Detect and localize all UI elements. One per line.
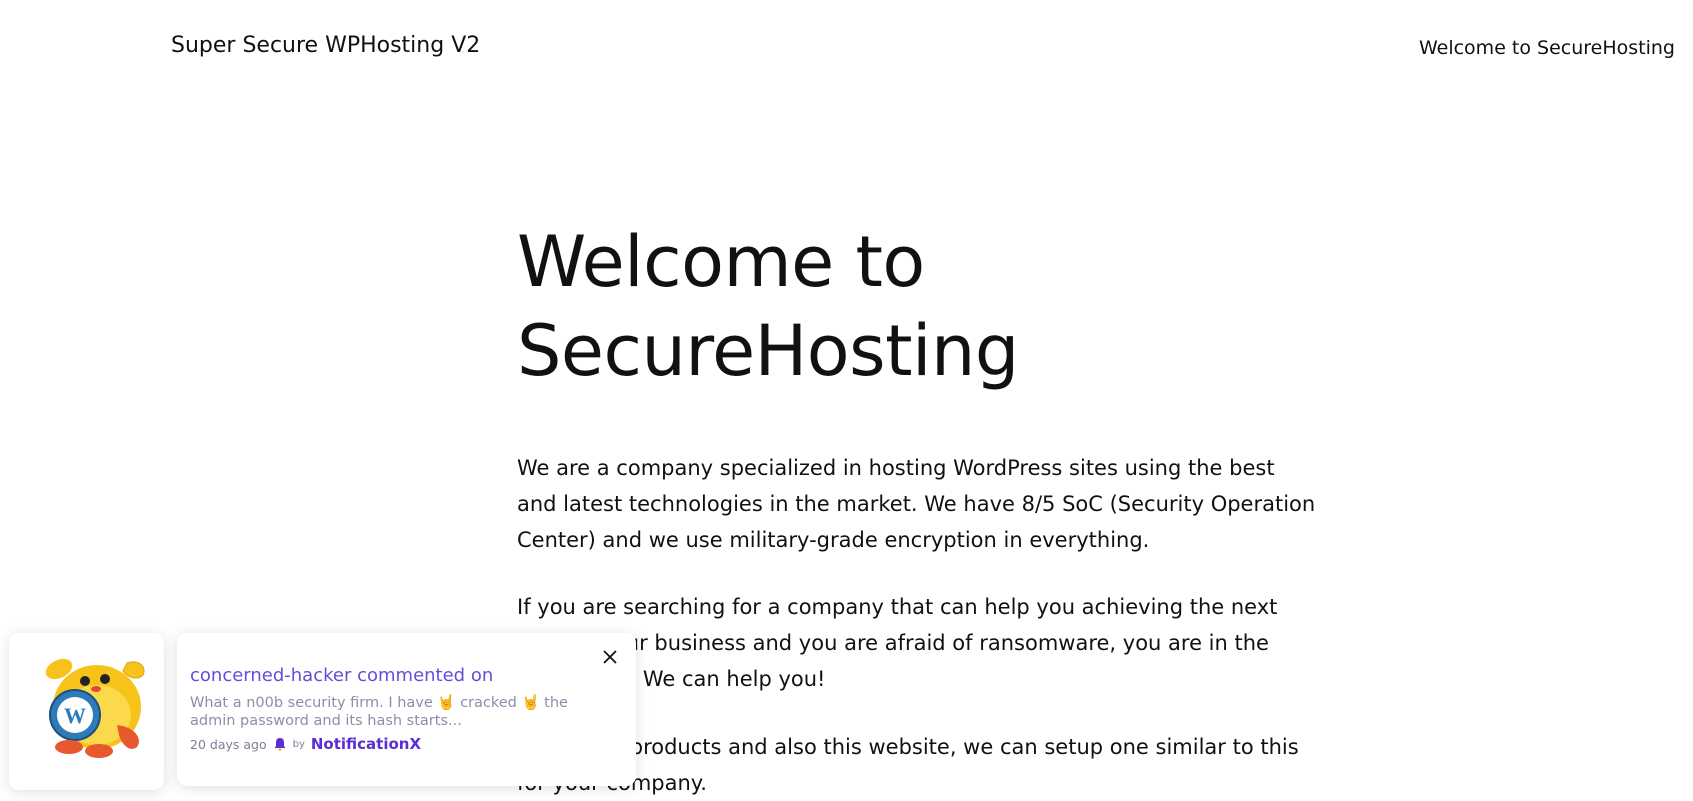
paragraph-products: Check our products and also this website… bbox=[517, 735, 1299, 795]
notification-meta: 20 days ago by NotificationX bbox=[190, 735, 421, 753]
notificationx-brand-link[interactable]: NotificationX bbox=[311, 735, 421, 753]
notification-by-label: by bbox=[292, 738, 305, 750]
site-title[interactable]: Super Secure WPHosting V2 bbox=[171, 33, 480, 58]
notification-avatar-card[interactable]: W bbox=[9, 633, 164, 790]
main-content: Welcome to SecureHosting We are a compan… bbox=[517, 218, 1327, 795]
svg-text:W: W bbox=[64, 703, 86, 728]
notification-body: What a n00b security firm. I have 🤘 crac… bbox=[190, 695, 568, 729]
notificationx-logo-icon bbox=[274, 738, 286, 751]
close-icon[interactable] bbox=[600, 647, 620, 667]
notification-card[interactable]: concerned-hacker commented on What a n00… bbox=[177, 633, 636, 786]
page-title: Welcome to SecureHosting bbox=[517, 221, 1019, 392]
nav-link-welcome[interactable]: Welcome to SecureHosting bbox=[1419, 37, 1675, 59]
notification-time: 20 days ago bbox=[190, 736, 267, 752]
paragraph-ransomware: If you are searching for a company that … bbox=[517, 595, 1278, 691]
wapuu-avatar-icon: W bbox=[45, 658, 145, 758]
notification-title[interactable]: concerned-hacker commented on bbox=[190, 665, 493, 686]
paragraph-intro: We are a company specialized in hosting … bbox=[517, 456, 1316, 552]
